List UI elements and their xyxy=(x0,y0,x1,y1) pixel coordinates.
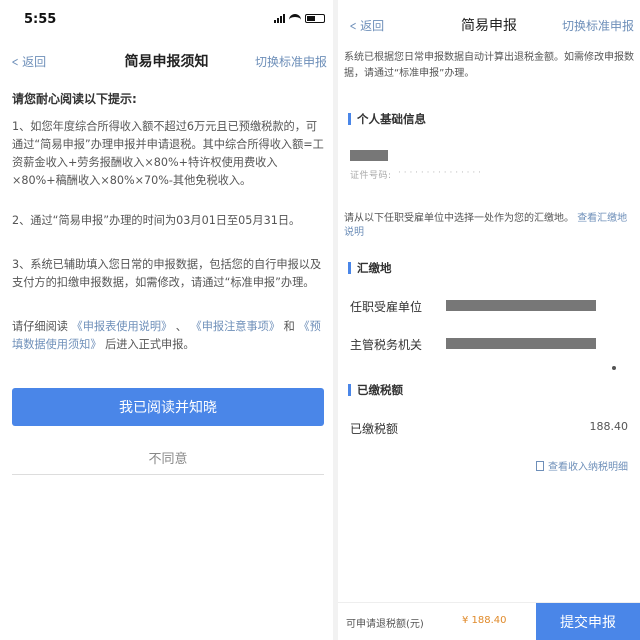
employer-label: 任职受雇单位 xyxy=(350,300,423,314)
income-tax-detail-link[interactable]: 查看收入纳税明细 xyxy=(536,458,628,473)
switch-standard-link[interactable]: 切换标准申报 xyxy=(255,53,327,70)
notice-item-1: 1、如您年度综合所得收入额不超过6万元且已预缴税款的，可通过“简易申报”办理申报… xyxy=(12,120,324,187)
wifi-icon xyxy=(289,14,301,23)
refund-amount: ¥ 188.40 xyxy=(462,615,507,626)
redacted-employer[interactable] xyxy=(446,300,596,311)
bottom-action-bar: 可申请退税额(元) ¥ 188.40 提交申报 xyxy=(338,602,640,640)
usage-guide-link[interactable]: 《申报表使用说明》 xyxy=(72,320,173,333)
disagree-button[interactable]: 不同意 xyxy=(12,448,324,467)
nav-bar: < 返回 简易申报 切换标准申报 xyxy=(338,12,640,38)
section-marker xyxy=(348,262,351,274)
section-withholding-place: 汇缴地 xyxy=(348,260,392,276)
signal-icon xyxy=(274,14,285,23)
simple-declaration-screen: < 返回 简易申报 切换标准申报 系统已根据您日常申报数据自动计算出退税金额。如需… xyxy=(338,0,640,640)
status-icons xyxy=(274,14,325,23)
battery-icon xyxy=(305,14,325,23)
redacted-tax-office xyxy=(446,338,596,349)
status-time: 5:55 xyxy=(24,12,57,27)
redacted-name xyxy=(350,150,388,161)
paid-tax-label: 已缴税额 xyxy=(350,422,399,436)
id-number-label: 证件号码: xyxy=(350,171,392,181)
redacted-id-number: · · · · · · · · · · · · · · · xyxy=(398,168,481,178)
withholding-place-hint: 请从以下任职受雇单位中选择一处作为您的汇缴地。 查看汇缴地说明 xyxy=(344,213,628,238)
read-instructions: 请仔细阅读 《申报表使用说明》 、 《申报注意事项》 和 《预填数据使用须知》 … xyxy=(12,320,321,351)
notice-item-3: 3、系统已辅助填入您日常的申报数据，包括您的自行申报以及支付方的扣缴申报数据，如… xyxy=(12,258,322,289)
section-marker xyxy=(348,113,351,125)
nav-bar: < 返回 简易申报须知 切换标准申报 xyxy=(0,48,333,74)
prompt-heading: 请您耐心阅读以下提示: xyxy=(12,92,137,106)
notice-item-2: 2、通过“简易申报”办理的时间为03月01日至05月31日。 xyxy=(12,214,301,227)
section-marker xyxy=(348,384,351,396)
tax-office-label: 主管税务机关 xyxy=(350,338,423,352)
paid-tax-value: 188.40 xyxy=(589,420,629,433)
refund-label: 可申请退税额(元) xyxy=(346,619,424,630)
document-icon xyxy=(536,460,544,471)
divider xyxy=(12,474,324,475)
notice-screen: 5:55 < 返回 简易申报须知 切换标准申报 请您耐心阅读以下提示: 1、如您年… xyxy=(0,0,333,640)
switch-standard-link[interactable]: 切换标准申报 xyxy=(562,17,634,34)
precautions-link[interactable]: 《申报注意事项》 xyxy=(191,320,281,333)
status-bar: 5:55 xyxy=(0,8,333,32)
section-paid-tax: 已缴税额 xyxy=(348,382,403,398)
auto-calc-notice: 系统已根据您日常申报数据自动计算出退税金额。如需修改申报数据，请通过“标准申报”… xyxy=(344,52,634,79)
submit-button[interactable]: 提交申报 xyxy=(536,603,640,640)
agree-button[interactable]: 我已阅读并知晓 xyxy=(12,388,324,426)
indicator-dot xyxy=(612,366,616,370)
section-basic-info: 个人基础信息 xyxy=(348,111,426,127)
